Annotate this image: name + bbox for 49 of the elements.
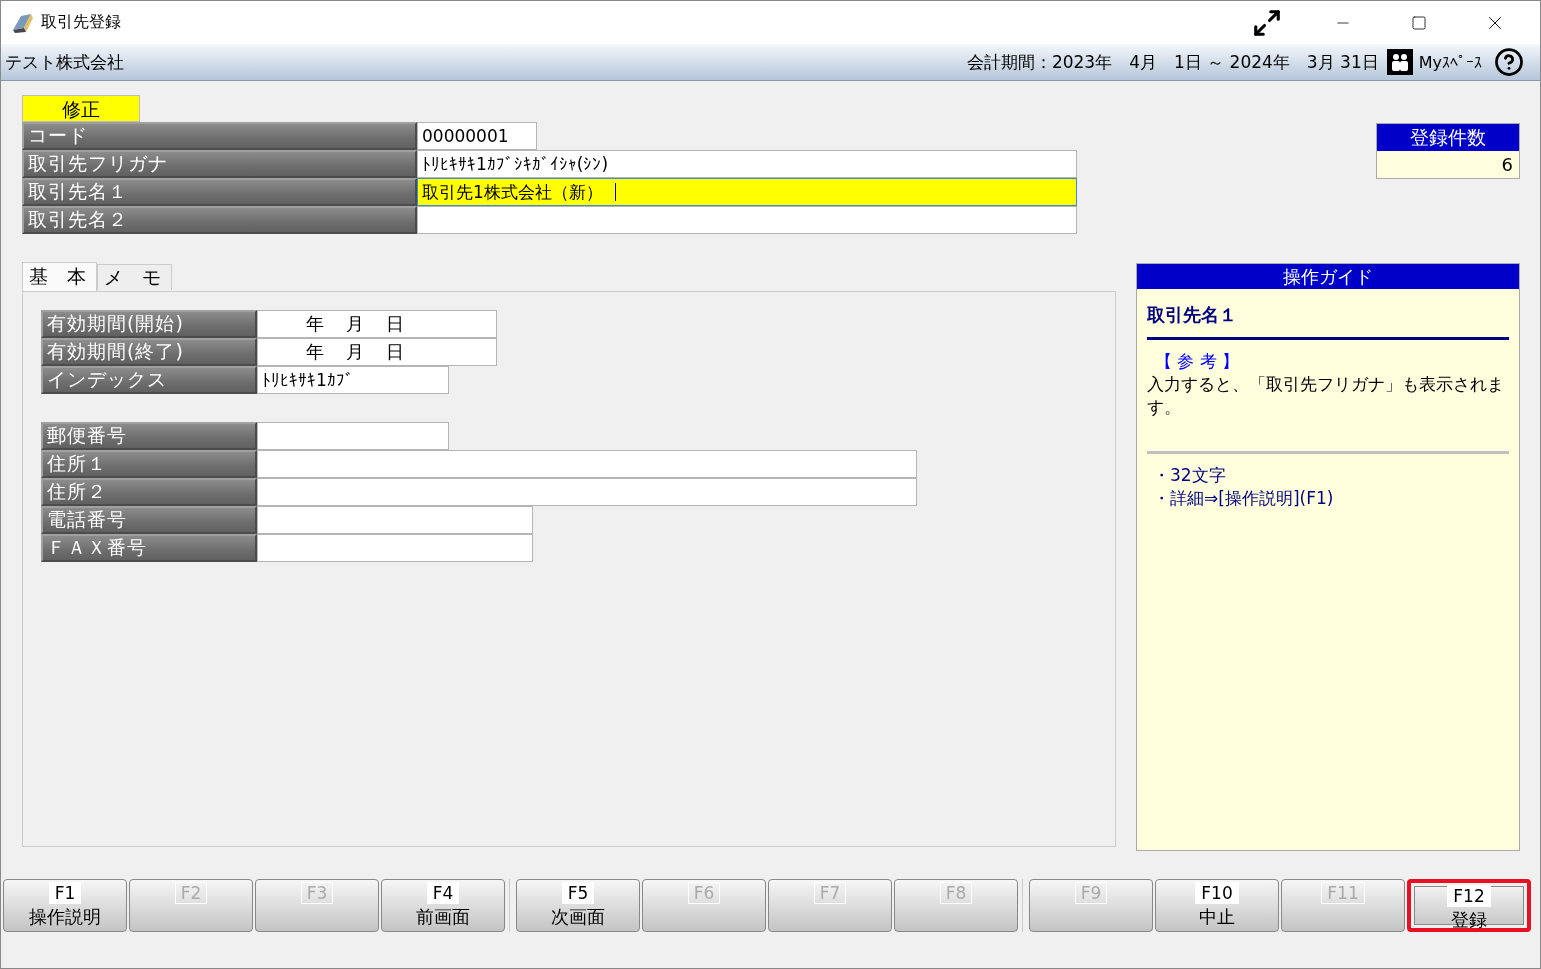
company-name: テスト株式会社 — [5, 50, 125, 74]
field-label: コード — [22, 122, 417, 150]
input-field[interactable] — [257, 450, 917, 478]
input-field[interactable]: ﾄﾘﾋｷｻｷ1ｶﾌﾞ — [257, 366, 449, 394]
reference-label: 【 参 考 】 — [1154, 350, 1241, 373]
field-label: ＦＡＸ番号 — [41, 534, 257, 562]
field-label: 有効期間(終了) — [41, 338, 257, 366]
function-key-button[interactable]: F4 前画面 — [381, 879, 505, 932]
input-field[interactable] — [257, 478, 917, 506]
input-field[interactable] — [257, 422, 449, 450]
date-field[interactable]: 年 月 日 — [257, 338, 497, 366]
tab[interactable]: メ モ — [97, 264, 172, 290]
field-label: インデックス — [41, 366, 257, 394]
tab[interactable]: 基 本 — [22, 262, 97, 291]
field-label: 有効期間(開始) — [41, 310, 257, 338]
field-label: 取引先フリガナ — [22, 150, 417, 178]
mode-badge: 修正 — [22, 95, 140, 122]
book-icon — [11, 11, 35, 34]
field-label: 電話番号 — [41, 506, 257, 534]
guide-heading: 取引先名１ — [1147, 289, 1509, 340]
field-label: 住所１ — [41, 450, 257, 478]
input-field[interactable] — [257, 506, 533, 534]
field-label: 取引先名２ — [22, 206, 417, 234]
guide-title: 操作ガイド — [1137, 264, 1519, 289]
input-field[interactable]: ﾄﾘﾋｷｻｷ1ｶﾌﾞｼｷｶﾞｲｼｬ(ｼﾝ) — [417, 150, 1077, 178]
guide-text: 入力すると、「取引先フリガナ」も表示されます。 — [1147, 373, 1509, 454]
guide-note: ・詳細⇒[操作説明](F1) — [1152, 487, 1335, 510]
field-label: 郵便番号 — [41, 422, 257, 450]
input-field[interactable] — [257, 534, 533, 562]
input-field[interactable]: 取引先1株式会社（新） — [417, 178, 1077, 206]
guide-note: ・32文字 — [1152, 464, 1227, 487]
maximize-icon[interactable] — [1411, 14, 1427, 31]
function-key-button[interactable]: F5 次画面 — [516, 879, 640, 932]
date-field[interactable]: 年 月 日 — [257, 310, 497, 338]
input-field[interactable] — [417, 206, 1077, 234]
count-title: 登録件数 — [1377, 124, 1519, 151]
function-key-button[interactable]: F1 操作説明 — [3, 879, 127, 932]
expand-icon[interactable] — [1252, 7, 1282, 38]
window-title: 取引先登録 — [41, 12, 122, 33]
field-label: 取引先名１ — [22, 178, 417, 206]
function-key-button[interactable]: F10 中止 — [1155, 879, 1279, 932]
input-field[interactable]: 00000001 — [417, 122, 537, 150]
people-icon — [1386, 49, 1413, 75]
fiscal-period: 会計期間：2023年 4月 1日 ～ 2024年 3月 31日 — [966, 50, 1379, 74]
myspace-button[interactable]: Myｽﾍﾟｰｽ — [1378, 49, 1494, 75]
help-icon[interactable] — [1494, 47, 1524, 77]
count-value: 6 — [1377, 151, 1519, 178]
function-key-button[interactable]: F12 登録 — [1407, 879, 1531, 932]
field-label: 住所２ — [41, 478, 257, 506]
